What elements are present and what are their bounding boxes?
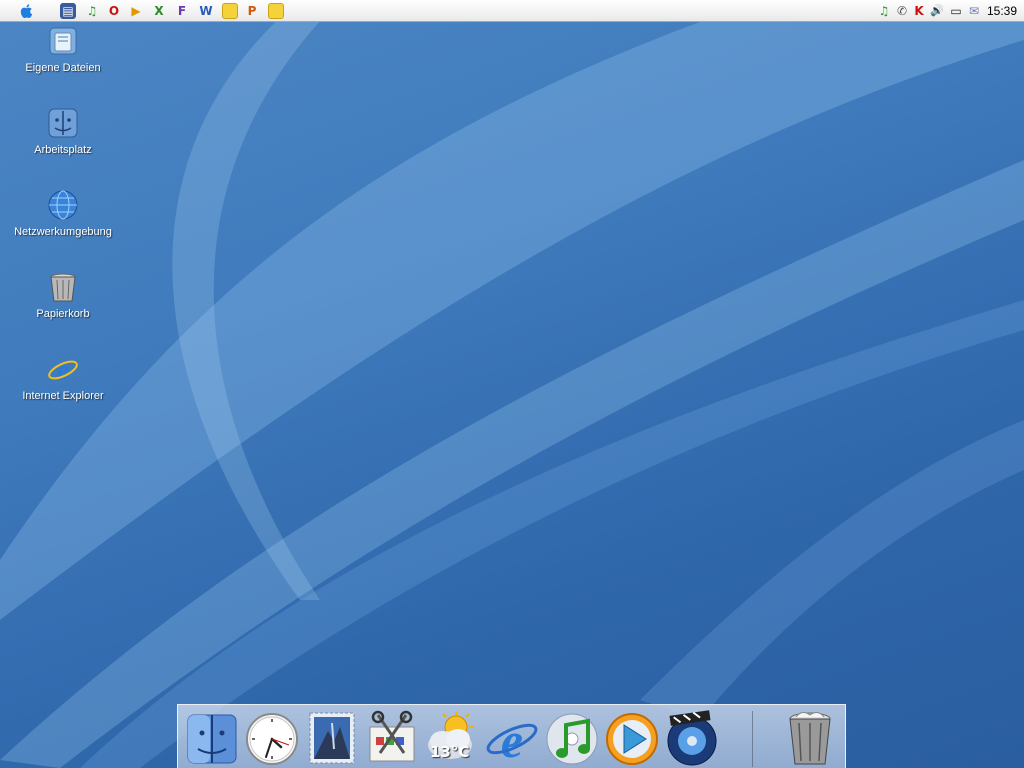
dock-item-scissors[interactable] [364,709,420,767]
media-play-icon[interactable]: ▶ [128,3,144,19]
my-computer-icon [46,106,80,140]
internet-explorer-icon: e [46,352,80,386]
opera-icon[interactable]: O [106,3,122,19]
menubar-clock[interactable]: 15:39 [987,3,1017,19]
itunes-tray-icon[interactable]: ♫ [876,3,892,19]
menu-bar: ▤ ♫ O ▶ X F W P ♫ ✆ K 🔊 ▭ ✉ 15:39 [0,0,1024,22]
itunes-icon [546,713,598,765]
dock-item-dvd-player[interactable] [664,709,720,767]
mail-stamp-icon [309,712,355,764]
dock-item-internet-explorer[interactable]: e [484,709,540,767]
dvd-player-icon [667,710,717,766]
wallpaper [0,0,1024,768]
mail-icon[interactable]: ✉ [966,3,982,19]
svg-text:e: e [57,355,69,386]
my-documents-icon [46,24,80,58]
desktop-icon-label: Papierkorb [36,308,90,320]
dock-item-quicktime[interactable] [604,709,660,767]
desktop-icon-my-computer[interactable]: Arbeitsplatz [8,106,118,156]
internet-explorer-icon: e [486,712,538,767]
desktop-icon-my-documents[interactable]: Eigene Dateien [8,24,118,74]
folder-icon[interactable] [222,3,238,19]
desktop-icon-label: Arbeitsplatz [34,144,92,156]
dock-separator [752,711,753,767]
dock-item-weather[interactable]: 13°C [424,709,480,767]
dock-item-finder[interactable] [184,709,240,767]
excel-icon[interactable]: X [151,3,167,19]
desktop-icon-label: Internet Explorer [22,390,104,402]
trash-icon [789,711,831,765]
powerpoint-icon[interactable]: P [244,3,260,19]
notes-icon[interactable] [268,3,284,19]
scissors-icon [369,710,415,762]
dock-item-itunes[interactable] [544,709,600,767]
battery-icon[interactable]: ▭ [948,3,964,19]
weather-temperature: 13°C [430,743,470,761]
clock-icon [246,713,298,765]
desktop-icon-network[interactable]: Netzwerkumgebung [8,188,118,238]
itunes-icon[interactable]: ♫ [84,3,100,19]
desktop-icon-label: Eigene Dateien [25,62,101,74]
trash-icon [46,270,80,304]
svg-text:e: e [501,712,523,767]
desktop-icon-internet-explorer[interactable]: e Internet Explorer [8,352,118,402]
word-icon[interactable]: W [198,3,214,19]
media-player-icon[interactable]: ▤ [60,3,76,19]
dock-item-mail[interactable] [304,709,360,767]
dock: 13°C e [177,704,846,768]
finder-icon [187,714,237,764]
desktop-icon-trash[interactable]: Papierkorb [8,270,118,320]
frontpage-icon[interactable]: F [174,3,190,19]
desktop-icon-label: Netzwerkumgebung [14,226,112,238]
volume-icon[interactable]: 🔊 [929,3,945,19]
antivirus-tray-icon[interactable]: K [911,3,927,19]
dock-item-clock[interactable] [244,709,300,767]
quicktime-icon [606,713,658,765]
dock-item-trash[interactable] [782,709,838,767]
network-tray-icon[interactable]: ✆ [894,3,910,19]
network-icon [46,188,80,222]
apple-menu-icon[interactable] [18,2,36,20]
